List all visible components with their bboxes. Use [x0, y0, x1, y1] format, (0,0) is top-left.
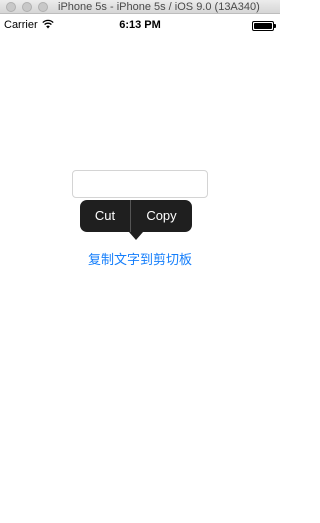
- zoom-window-button[interactable]: [38, 2, 48, 12]
- minimize-window-button[interactable]: [22, 2, 32, 12]
- cut-menu-item[interactable]: Cut: [80, 200, 130, 232]
- status-clock: 6:13 PM: [119, 19, 161, 31]
- edit-menu-pointer: [129, 232, 143, 240]
- simulator-titlebar: iPhone 5s - iPhone 5s / iOS 9.0 (13A340): [0, 0, 280, 14]
- window-title: iPhone 5s - iPhone 5s / iOS 9.0 (13A340): [58, 1, 260, 13]
- edit-menu: Cut Copy: [80, 200, 192, 232]
- text-field[interactable]: [72, 170, 208, 198]
- battery-icon: [252, 21, 276, 31]
- copy-to-clipboard-button[interactable]: 复制文字到剪切板: [0, 249, 280, 268]
- copy-menu-item[interactable]: Copy: [131, 200, 192, 232]
- close-window-button[interactable]: [6, 2, 16, 12]
- status-bar: Carrier 6:13 PM: [0, 14, 280, 36]
